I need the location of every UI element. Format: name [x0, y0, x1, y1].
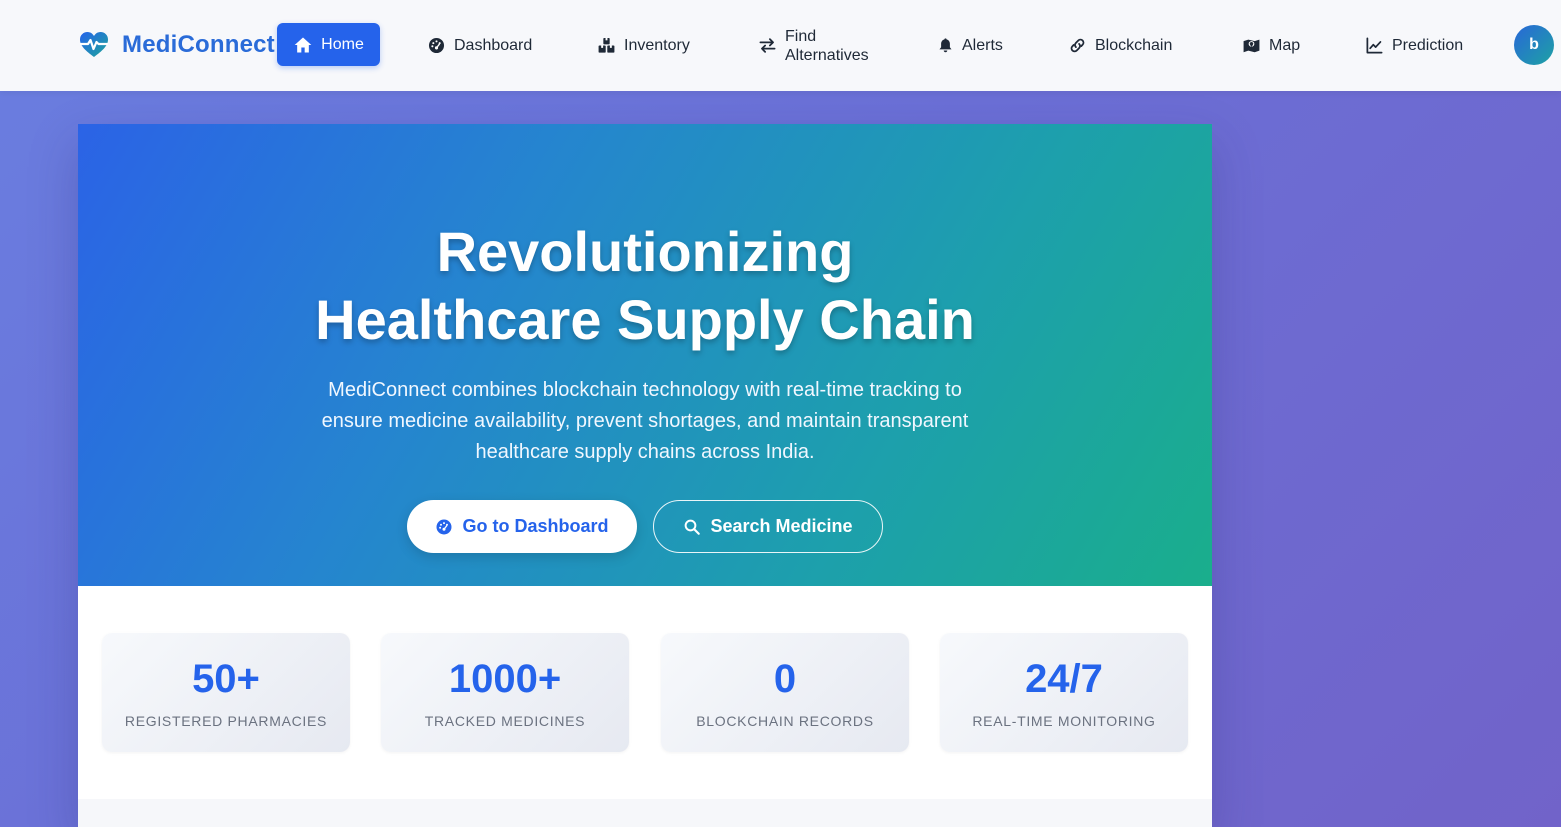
exchange-arrows-icon: [759, 38, 776, 53]
nav-dashboard-label: Dashboard: [454, 36, 533, 54]
line-chart-icon: [1366, 37, 1383, 54]
nav-find-alternatives-label: Find Alternatives: [785, 27, 869, 65]
boxes-icon: [598, 37, 615, 53]
nav-dashboard[interactable]: Dashboard: [427, 0, 532, 91]
link-icon: [1070, 38, 1085, 53]
nav-map-label: Map: [1269, 36, 1301, 54]
nav-find-alternatives[interactable]: Find Alternatives: [758, 0, 869, 91]
hero-title-line2: Healthcare Supply Chain: [315, 288, 975, 351]
heart-pulse-icon: [79, 32, 109, 57]
top-navbar: MediConnect Home Dashboard Inventory Fin…: [0, 0, 1561, 91]
nav-map[interactable]: Map: [1242, 0, 1300, 91]
stat-value: 24/7: [1025, 657, 1103, 701]
nav-alerts[interactable]: Alerts: [937, 0, 1003, 91]
nav-home-label: Home: [321, 35, 364, 53]
brand-name: MediConnect: [122, 31, 275, 58]
stat-label: TRACKED MEDICINES: [424, 713, 586, 729]
stat-card-monitoring: 24/7 REAL-TIME MONITORING: [940, 633, 1188, 752]
go-to-dashboard-label: Go to Dashboard: [462, 516, 609, 536]
nav-inventory[interactable]: Inventory: [597, 0, 690, 91]
nav-prediction[interactable]: Prediction: [1365, 0, 1463, 91]
gauge-icon: [436, 519, 452, 534]
user-avatar[interactable]: b: [1514, 25, 1554, 65]
stat-value: 1000+: [448, 657, 562, 701]
stat-card-medicines: 1000+ TRACKED MEDICINES: [381, 633, 629, 752]
nav-find-line1: Find: [785, 27, 817, 45]
stat-value: 0: [773, 657, 797, 701]
stat-value: 50+: [192, 657, 260, 701]
map-icon: [1243, 39, 1260, 53]
search-medicine-label: Search Medicine: [710, 516, 853, 536]
search-icon: [685, 519, 701, 535]
nav-blockchain-label: Blockchain: [1095, 36, 1173, 54]
hero-subtitle: MediConnect combines blockchain technolo…: [321, 379, 969, 463]
stat-label: BLOCKCHAIN RECORDS: [696, 713, 874, 729]
nav-blockchain[interactable]: Blockchain: [1068, 0, 1172, 91]
brand-logo[interactable]: MediConnect: [78, 28, 275, 62]
hero-section: Revolutionizing Healthcare Supply Chain …: [78, 124, 1212, 586]
next-section-edge: [78, 799, 1212, 827]
stat-label: REAL-TIME MONITORING: [972, 713, 1156, 729]
nav-alerts-label: Alerts: [962, 36, 1003, 54]
search-medicine-button[interactable]: Search Medicine: [653, 500, 883, 553]
bell-icon: [939, 38, 952, 53]
stat-card-blockchain-records: 0 BLOCKCHAIN RECORDS: [661, 633, 909, 752]
nav-inventory-label: Inventory: [624, 36, 690, 54]
stat-label: REGISTERED PHARMACIES: [124, 713, 328, 729]
gauge-icon: [428, 37, 445, 54]
nav-prediction-label: Prediction: [1392, 36, 1464, 54]
home-icon: [294, 37, 312, 52]
go-to-dashboard-button[interactable]: Go to Dashboard: [407, 500, 637, 553]
main-card: Revolutionizing Healthcare Supply Chain …: [78, 124, 1212, 827]
stat-card-pharmacies: 50+ REGISTERED PHARMACIES: [102, 633, 350, 752]
nav-home-button[interactable]: Home: [277, 23, 380, 66]
hero-title-line1: Revolutionizing: [436, 220, 854, 283]
stats-section: 50+ REGISTERED PHARMACIES 1000+ TRACKED …: [78, 586, 1212, 799]
hero-title: Revolutionizing Healthcare Supply Chain: [78, 218, 1212, 354]
nav-find-line2: Alternatives: [785, 46, 869, 64]
